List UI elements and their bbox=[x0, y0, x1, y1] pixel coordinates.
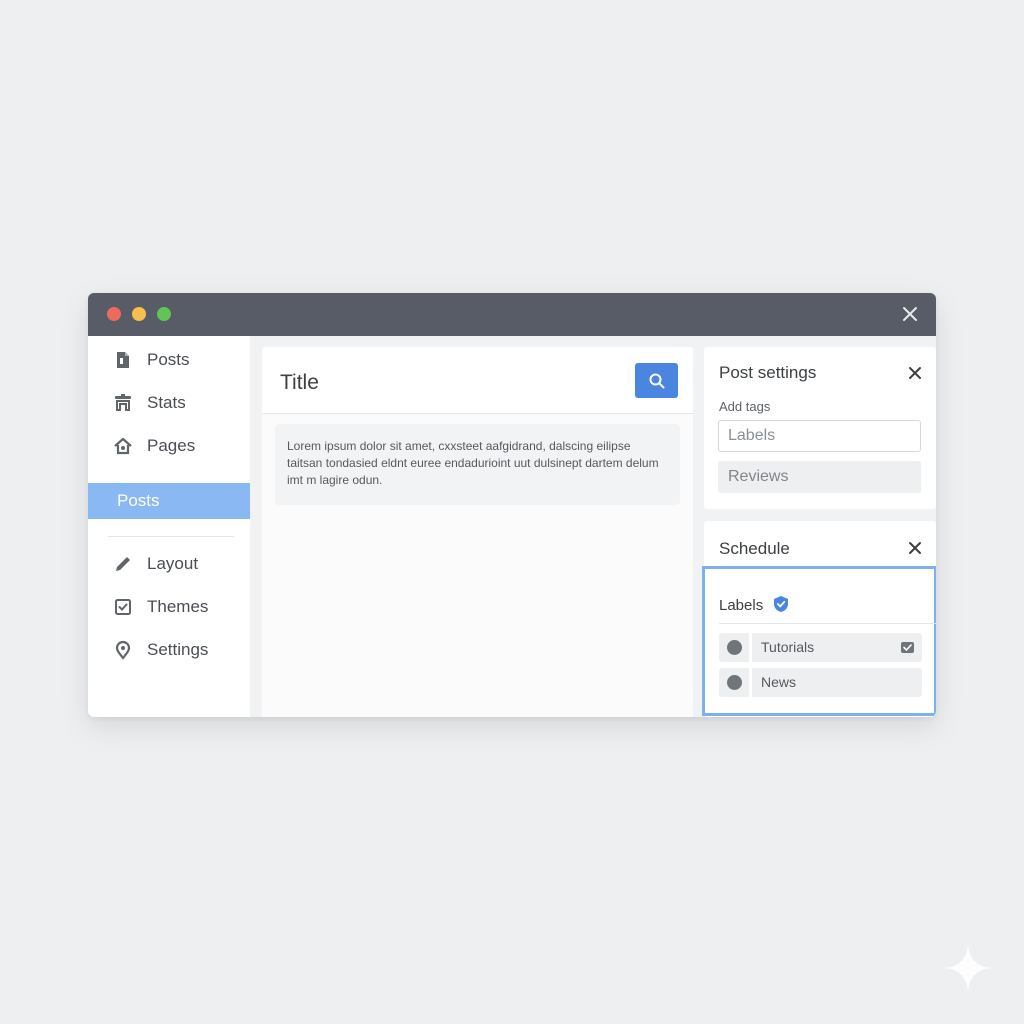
label-row-tutorials[interactable]: Tutorials bbox=[719, 633, 922, 662]
stats-icon bbox=[115, 394, 131, 411]
label-row-news[interactable]: News bbox=[719, 668, 922, 697]
check-mail-icon[interactable] bbox=[900, 640, 915, 655]
label-bullet-cell bbox=[719, 668, 749, 697]
sidebar-item-label: Stats bbox=[147, 393, 186, 412]
window-minimize-dot[interactable] bbox=[132, 307, 146, 321]
close-icon[interactable] bbox=[900, 304, 920, 324]
editor-panel: Title Lorem ipsum dolor sit amet, cxxste… bbox=[262, 347, 693, 717]
search-button[interactable] bbox=[635, 363, 678, 398]
sidebar-item-posts[interactable]: Posts bbox=[88, 342, 250, 378]
close-icon[interactable] bbox=[906, 364, 924, 382]
post-title[interactable]: Title bbox=[280, 371, 319, 395]
editor-header: Title bbox=[262, 347, 693, 414]
verified-badge-icon bbox=[774, 596, 788, 612]
post-excerpt[interactable]: Lorem ipsum dolor sit amet, cxxsteet aaf… bbox=[275, 424, 680, 505]
location-pin-icon bbox=[115, 640, 131, 660]
sidebar-item-label: Pages bbox=[147, 436, 196, 455]
document-icon bbox=[117, 352, 129, 368]
post-settings-panel: Post settings Add tags Reviews bbox=[704, 347, 936, 509]
title-bar bbox=[88, 293, 936, 336]
sidebar-item-label: Posts bbox=[117, 491, 160, 510]
label-radio[interactable] bbox=[727, 675, 742, 690]
labels-title: Labels bbox=[719, 597, 764, 614]
pencil-icon bbox=[116, 557, 130, 571]
sidebar-item-layout[interactable]: Layout bbox=[88, 546, 250, 582]
sparkle-icon bbox=[944, 944, 992, 992]
labels-input[interactable] bbox=[718, 420, 921, 452]
close-icon[interactable] bbox=[906, 539, 924, 557]
app-window: Posts Stats Pages Posts Layout Themes Se… bbox=[88, 293, 936, 717]
label-radio[interactable] bbox=[727, 640, 742, 655]
sidebar-item-label: Themes bbox=[147, 597, 209, 616]
labels-divider bbox=[719, 623, 936, 624]
schedule-title: Schedule bbox=[719, 539, 790, 558]
window-maximize-dot[interactable] bbox=[157, 307, 171, 321]
reviews-chip[interactable]: Reviews bbox=[718, 461, 921, 493]
label-bullet-cell bbox=[719, 633, 749, 662]
label-name[interactable]: News bbox=[752, 668, 922, 697]
sidebar-item-stats[interactable]: Stats bbox=[88, 385, 250, 421]
home-icon bbox=[114, 437, 132, 455]
checkbox-icon bbox=[115, 599, 131, 615]
sidebar-item-themes[interactable]: Themes bbox=[88, 589, 250, 625]
sidebar: Posts Stats Pages Posts Layout Themes Se… bbox=[88, 336, 250, 717]
sidebar-item-label: Layout bbox=[147, 554, 199, 573]
window-close-dot[interactable] bbox=[107, 307, 121, 321]
sidebar-item-settings[interactable]: Settings bbox=[88, 632, 250, 668]
post-settings-title: Post settings bbox=[719, 363, 817, 382]
search-icon bbox=[649, 373, 664, 388]
sidebar-item-label: Posts bbox=[147, 350, 190, 369]
label-name[interactable]: Tutorials bbox=[752, 633, 922, 662]
add-tags-label: Add tags bbox=[719, 399, 771, 414]
labels-section: Labels Tutorials News bbox=[702, 566, 936, 716]
sidebar-item-pages[interactable]: Pages bbox=[88, 428, 250, 464]
sidebar-item-label: Settings bbox=[147, 640, 209, 659]
sidebar-divider bbox=[108, 536, 234, 537]
sidebar-item-posts-active[interactable]: Posts bbox=[88, 483, 250, 519]
